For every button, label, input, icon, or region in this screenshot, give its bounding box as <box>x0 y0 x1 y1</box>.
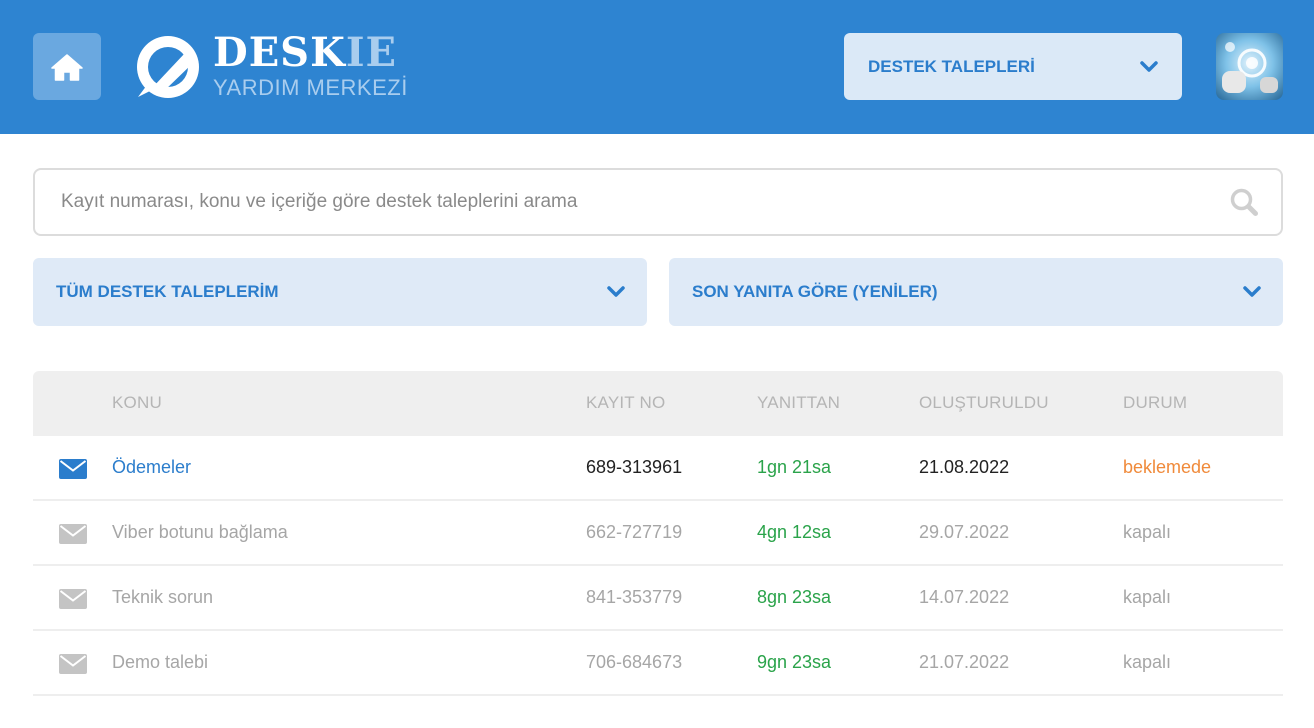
table-row[interactable]: Teknik sorun 841-353779 8gn 23sa 14.07.2… <box>33 566 1283 631</box>
logo-wordmark-main: DESK <box>213 29 346 76</box>
ticket-subject-link[interactable]: Demo talebi <box>112 631 208 694</box>
envelope-icon <box>59 654 87 674</box>
chevron-down-icon <box>607 286 625 297</box>
table-row[interactable]: Demo talebi 706-684673 9gn 23sa 21.07.20… <box>33 631 1283 696</box>
user-avatar[interactable] <box>1216 33 1283 100</box>
logo-wordmark-accent: IE <box>345 29 398 76</box>
section-select[interactable]: DESTEK TALEPLERİ <box>844 33 1182 100</box>
created-date: 14.07.2022 <box>919 587 1010 607</box>
column-header-ticket-no[interactable]: KAYIT NO <box>586 371 665 435</box>
ticket-subject-link[interactable]: Teknik sorun <box>112 566 213 629</box>
ticket-scope-select[interactable]: TÜM DESTEK TALEPLERİM <box>33 258 647 326</box>
top-header: DESKIE YARDIM MERKEZİ DESTEK TALEPLERİ <box>0 0 1314 134</box>
created-date: 29.07.2022 <box>919 522 1010 542</box>
envelope-icon <box>59 589 87 609</box>
ticket-subject-link[interactable]: Viber botunu bağlama <box>112 501 288 564</box>
ticket-number: 706-684673 <box>586 652 683 672</box>
section-select-label: DESTEK TALEPLERİ <box>868 56 1035 76</box>
avatar-image <box>1216 33 1283 100</box>
table-row[interactable]: Viber botunu bağlama 662-727719 4gn 12sa… <box>33 501 1283 566</box>
table-row[interactable]: Ödemeler 689-313961 1gn 21sa 21.08.2022 … <box>33 436 1283 501</box>
search-bar <box>33 168 1283 236</box>
logo-wordmark: DESKIE <box>213 30 397 76</box>
status-badge: beklemede <box>1123 457 1212 477</box>
column-header-status[interactable]: DURUM <box>1123 371 1187 435</box>
sort-select[interactable]: SON YANITA GÖRE (YENİLER) <box>669 258 1283 326</box>
created-date: 21.07.2022 <box>919 652 1010 672</box>
column-header-since-reply[interactable]: YANITTAN <box>757 371 840 435</box>
status-badge: kapalı <box>1123 587 1172 607</box>
column-header-created[interactable]: OLUŞTURULDU <box>919 371 1049 435</box>
time-since-reply: 9gn 23sa <box>757 652 832 672</box>
search-icon[interactable] <box>1229 187 1259 217</box>
created-date: 21.08.2022 <box>919 457 1010 477</box>
table-header: KONU KAYIT NO YANITTAN OLUŞTURULDU DURUM <box>33 371 1283 436</box>
chevron-down-icon <box>1140 60 1158 72</box>
ticket-subject-link[interactable]: Ödemeler <box>112 436 191 499</box>
logo-icon <box>137 36 199 98</box>
status-badge: kapalı <box>1123 522 1172 542</box>
envelope-icon <box>59 524 87 544</box>
time-since-reply: 1gn 21sa <box>757 457 832 477</box>
sort-label: SON YANITA GÖRE (YENİLER) <box>692 282 938 301</box>
status-badge: kapalı <box>1123 652 1172 672</box>
column-header-subject[interactable]: KONU <box>112 371 162 435</box>
envelope-icon <box>59 459 87 479</box>
logo-subtitle: YARDIM MERKEZİ <box>213 75 408 100</box>
ticket-number: 662-727719 <box>586 522 683 542</box>
time-since-reply: 8gn 23sa <box>757 587 832 607</box>
ticket-scope-label: TÜM DESTEK TALEPLERİM <box>56 282 279 301</box>
chevron-down-icon <box>1243 286 1261 297</box>
home-icon <box>51 53 83 81</box>
ticket-number: 689-313961 <box>586 457 683 477</box>
search-input[interactable] <box>59 190 1229 214</box>
time-since-reply: 4gn 12sa <box>757 522 832 542</box>
ticket-number: 841-353779 <box>586 587 683 607</box>
home-button[interactable] <box>33 33 101 100</box>
